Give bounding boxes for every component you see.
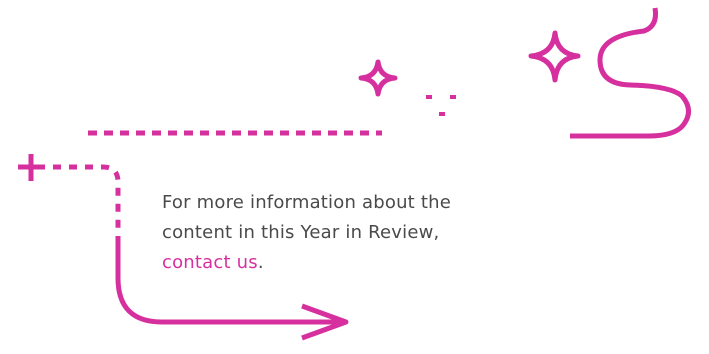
plus-icon: [18, 154, 45, 181]
sparkle-icon: [358, 59, 398, 97]
dots-icon: [426, 95, 456, 116]
dotted-connector: [53, 164, 121, 228]
decorative-graphics: [18, 7, 691, 341]
sparkle-icon: [528, 30, 581, 83]
contact-us-link[interactable]: contact us: [162, 252, 258, 273]
info-line-2: content in this Year in Review,: [162, 222, 440, 243]
info-paragraph: For more information about the content i…: [162, 188, 632, 278]
squiggle-line: [570, 7, 691, 139]
info-line-1: For more information about the: [162, 192, 451, 213]
info-trailing-period: .: [257, 252, 264, 273]
